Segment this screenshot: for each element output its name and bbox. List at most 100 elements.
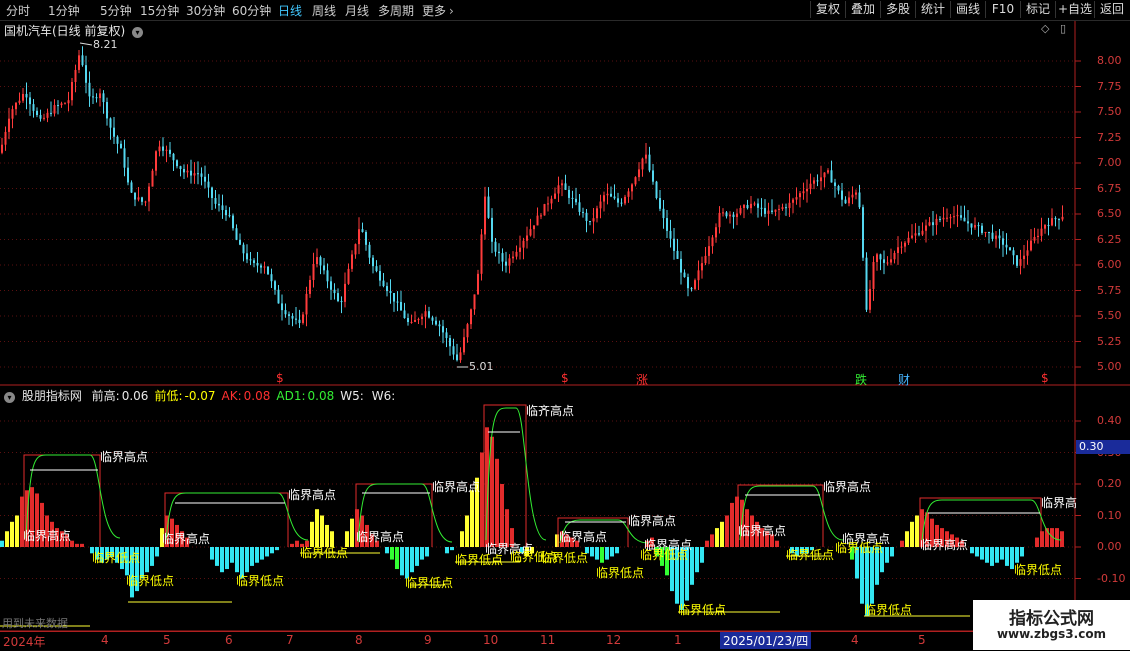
candle-body — [305, 293, 308, 315]
indicator-bar — [715, 528, 719, 547]
candle-body — [729, 214, 731, 217]
candle-body — [172, 153, 175, 161]
candle-body — [722, 212, 724, 214]
candle-body — [1030, 240, 1032, 251]
candle-body — [501, 253, 504, 262]
signal-marker[interactable]: $ — [1041, 371, 1049, 385]
price-axis-tick: 5.25 — [1097, 334, 1122, 348]
candle-body — [757, 203, 759, 208]
candle-body — [547, 203, 549, 205]
candle-body — [1058, 219, 1060, 221]
candle-body — [155, 151, 157, 171]
candle-body — [981, 225, 983, 233]
indicator-bar — [905, 531, 909, 547]
candle-body — [921, 230, 924, 235]
candle-body — [326, 270, 329, 282]
candle-body — [550, 198, 553, 204]
candle-body — [186, 170, 189, 173]
finance-marker[interactable]: 财 — [898, 371, 910, 388]
candle-body — [50, 112, 52, 114]
indicator-bar — [600, 547, 604, 563]
candle-body — [564, 183, 567, 190]
candle-body — [697, 270, 700, 281]
candle-body — [169, 149, 171, 154]
candle-body — [634, 177, 637, 185]
candle-body — [417, 319, 420, 321]
candle-body — [295, 318, 297, 320]
indicator-bar — [315, 509, 319, 547]
candle-body — [316, 257, 318, 265]
critical-low-label: 临界低点 — [126, 574, 175, 588]
candle-body — [806, 188, 808, 192]
signal-marker[interactable]: $ — [276, 371, 284, 385]
indicator-bar — [155, 547, 159, 557]
candle-body — [897, 247, 899, 253]
signal-marker[interactable]: $ — [561, 371, 569, 385]
candle-body — [879, 254, 882, 260]
indicator-bar — [270, 547, 274, 554]
candle-body — [851, 194, 854, 198]
candle-body — [207, 181, 210, 188]
candle-body — [442, 326, 444, 333]
candle-body — [582, 211, 584, 213]
chevron-down-icon[interactable]: ▾ — [132, 27, 144, 38]
indicator-axis-tick: 0.40 — [1097, 414, 1122, 427]
indicator-bar — [235, 547, 239, 573]
candle-body — [263, 266, 266, 268]
candle-body — [53, 105, 56, 114]
candle-body — [662, 208, 665, 219]
candle-body — [802, 191, 805, 194]
candle-body — [645, 154, 647, 159]
candle-body — [753, 203, 756, 205]
candle-body — [249, 259, 252, 261]
candle-body — [750, 203, 752, 209]
chevron-down-icon[interactable]: ▾ — [4, 392, 15, 403]
candle-body — [102, 93, 105, 103]
low-price-label: 5.01 — [469, 360, 494, 373]
critical-high-label: 临齐高点 — [526, 404, 575, 418]
candle-body — [106, 102, 108, 119]
fall-marker[interactable]: 跌 — [855, 371, 867, 388]
price-axis-tick: 7.00 — [1097, 156, 1122, 169]
candle-body — [470, 309, 472, 325]
candle-body — [193, 173, 196, 176]
diamond-icon[interactable]: ◇ — [1041, 22, 1049, 35]
candle-body — [561, 183, 563, 186]
candle-body — [967, 221, 969, 224]
candle-body — [449, 338, 451, 347]
candle-body — [907, 237, 910, 243]
candle-body — [242, 244, 245, 254]
date-axis: 2024年 4 5 6 7 8 9 10 11 12 1 4 5 2025/01… — [0, 631, 1075, 651]
candle-body — [893, 252, 896, 260]
candle-body — [855, 192, 857, 195]
candle-body — [491, 217, 493, 242]
indicator-bar — [495, 458, 499, 547]
candle-body — [179, 166, 182, 169]
candle-body — [599, 201, 602, 209]
candle-body — [746, 204, 749, 209]
indicator-bar — [400, 547, 404, 576]
candle-body — [1051, 218, 1053, 226]
candle-body — [627, 191, 630, 197]
candle-body — [477, 273, 479, 295]
price-axis-tick: 6.00 — [1097, 258, 1122, 271]
candle-body — [46, 112, 49, 118]
candle-body — [74, 69, 77, 83]
panel-layout-icon[interactable]: ▯ — [1060, 22, 1066, 35]
critical-low-label: 临界低点 — [1014, 563, 1063, 577]
candle-body — [120, 143, 122, 149]
indicator-bar — [10, 521, 14, 547]
rise-marker[interactable]: 涨 — [636, 371, 648, 388]
indicator-bar — [590, 547, 594, 557]
candle-body — [487, 196, 490, 218]
candle-body — [648, 154, 651, 171]
candle-body — [158, 146, 161, 152]
indicator-bar — [445, 547, 449, 554]
price-axis-tick: 7.25 — [1097, 130, 1122, 144]
candle-body — [1016, 255, 1018, 266]
indicator-bar — [990, 547, 994, 566]
legend-item: W5: — [340, 389, 364, 403]
candle-body — [666, 218, 668, 231]
critical-low-label: 临界低点 — [678, 603, 727, 617]
indicator-bar — [5, 531, 9, 547]
